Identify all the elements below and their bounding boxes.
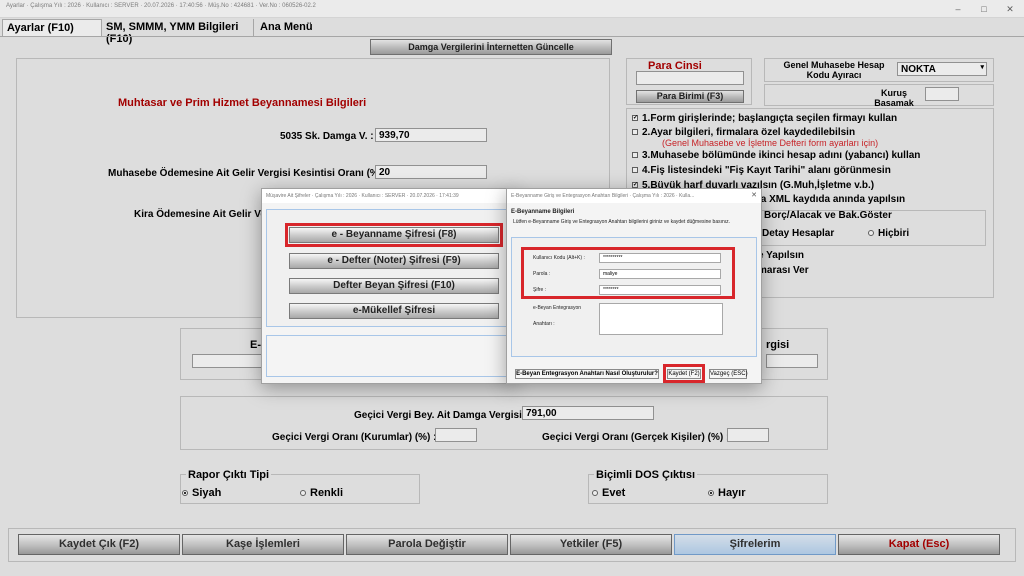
e-beyanname-dialog-title: E-Beyanname Giriş ve Entegrasyon Anahtar…: [511, 193, 695, 199]
musavir-dialog-title: Müşavire Ait Şifreler · Çalışma Yılı : 2…: [266, 193, 459, 199]
close-icon[interactable]: ✕: [751, 191, 757, 199]
musavir-sifreler-dialog: Müşavire Ait Şifreler · Çalışma Yılı : 2…: [261, 188, 515, 384]
e-mukellef-sifresi-button[interactable]: e-Mükellef Şifresi: [289, 303, 499, 319]
e-beyanname-desc: Lütfen e-Beyanname Giriş ve Entegrasyon …: [513, 219, 731, 225]
highlight-box: [285, 223, 503, 247]
anahtar-textarea[interactable]: [599, 303, 723, 335]
credentials-highlight-box: [521, 247, 735, 299]
musavir-bottom-group: [266, 335, 510, 377]
e-beyanname-dialog-titlebar: E-Beyanname Giriş ve Entegrasyon Anahtar…: [507, 189, 761, 203]
defter-beyan-sifresi-button[interactable]: Defter Beyan Şifresi (F10): [289, 278, 499, 294]
e-beyanname-dialog: E-Beyanname Giriş ve Entegrasyon Anahtar…: [506, 188, 762, 384]
anahtar-howto-button[interactable]: E-Beyan Entegrasyon Anahtarı Nasıl Oluşt…: [515, 369, 659, 379]
save-highlight-box: [663, 364, 705, 383]
anahtar-label-1: e-Beyan Entegrasyon: [533, 305, 582, 311]
vazgec-button[interactable]: Vazgeç (ESC): [709, 369, 748, 379]
anahtar-label-2: Anahtarı :: [533, 321, 555, 327]
e-defter-sifresi-button[interactable]: e - Defter (Noter) Şifresi (F9): [289, 253, 499, 269]
musavir-dialog-titlebar: Müşavire Ait Şifreler · Çalışma Yılı : 2…: [262, 189, 514, 203]
e-beyanname-heading: E-Beyanname Bilgileri: [511, 209, 575, 215]
